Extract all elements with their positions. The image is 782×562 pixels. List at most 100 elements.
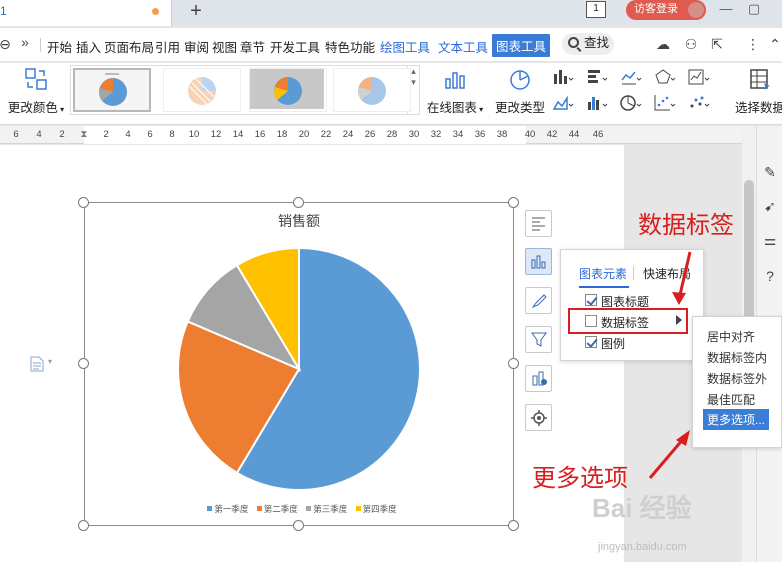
online-chart-icon — [443, 67, 467, 91]
ruler-tick: 6 — [147, 129, 153, 140]
menu-view[interactable]: 视图 — [212, 37, 237, 56]
menu-chart-tools[interactable]: 图表工具 — [492, 34, 551, 57]
menu-separator — [40, 38, 41, 52]
area-chart-icon[interactable] — [552, 94, 574, 112]
online-chart-side-button[interactable] — [525, 365, 552, 392]
resize-handle-left[interactable] — [78, 358, 89, 369]
menu-text-tools[interactable]: 文本工具 — [438, 37, 488, 56]
menu-insert[interactable]: 插入 — [76, 37, 101, 56]
histogram-chart-icon[interactable] — [586, 94, 608, 112]
unsaved-dot-icon — [152, 8, 159, 15]
pie-chart[interactable] — [85, 203, 515, 527]
chart-style-button[interactable] — [525, 287, 552, 314]
maximize-icon[interactable]: ▢ — [744, 0, 764, 20]
scatter-chart-icon[interactable] — [654, 94, 676, 112]
menu-developer[interactable]: 开发工具 — [270, 37, 320, 56]
more-options-icon[interactable]: ⋮ — [744, 36, 762, 54]
chart-elements-button[interactable] — [525, 248, 552, 275]
menu-start[interactable]: 开始 — [47, 37, 72, 56]
more-menu-icon[interactable]: » — [16, 34, 34, 52]
search-button[interactable]: 查找 — [562, 33, 614, 55]
combo-chart-icon[interactable] — [688, 94, 710, 112]
menu-special-features[interactable]: 特色功能 — [325, 37, 375, 56]
submenu-arrow-icon[interactable] — [676, 315, 682, 325]
ruler-indent-marker-icon[interactable]: ⧗ — [81, 129, 88, 140]
resize-handle-bottom-right[interactable] — [508, 520, 519, 531]
chart-filter-button[interactable] — [525, 326, 552, 353]
submenu-outside-end[interactable]: 数据标签外 — [707, 370, 767, 387]
submenu-inside-end[interactable]: 数据标签内 — [707, 349, 767, 366]
chart-title-checkbox[interactable] — [585, 294, 597, 306]
minimize-icon[interactable]: — — [716, 0, 736, 20]
menu-review[interactable]: 审阅 — [184, 37, 209, 56]
document-tab[interactable]: 1 — [0, 0, 172, 26]
paragraph-doc-icon[interactable] — [30, 356, 44, 372]
avatar-icon — [688, 2, 704, 18]
submenu-best-fit[interactable]: 最佳匹配 — [707, 391, 755, 408]
ruler-tick: 6 — [13, 129, 19, 140]
chart-style-1[interactable] — [73, 68, 151, 112]
login-label: 访客登录 — [634, 3, 678, 15]
bar-chart-icon[interactable] — [586, 68, 608, 86]
select-data-icon — [748, 67, 772, 91]
guest-login-button[interactable]: 访客登录 — [626, 0, 706, 20]
help-icon[interactable]: ? — [761, 268, 779, 286]
collapse-ribbon-icon[interactable]: ⌃ — [766, 36, 782, 54]
resize-handle-bottom-left[interactable] — [78, 520, 89, 531]
share-icon[interactable]: ⇱ — [708, 36, 726, 54]
line-chart-icon[interactable] — [620, 68, 642, 86]
collaborate-icon[interactable]: ⚇ — [682, 36, 700, 54]
horizontal-ruler[interactable]: 6 4 2 ⧗ 2 4 6 8 10 12 14 16 18 20 22 24 … — [0, 126, 756, 144]
resize-handle-right[interactable] — [508, 358, 519, 369]
tab-chart-elements[interactable]: 图表元素 — [579, 265, 627, 282]
ruler-tick: 18 — [276, 129, 288, 140]
submenu-more-options[interactable]: 更多选项... — [703, 409, 770, 430]
legend-checkbox[interactable] — [585, 336, 597, 348]
menu-page-layout[interactable]: 页面布局 — [104, 37, 154, 56]
resize-handle-bottom[interactable] — [293, 520, 304, 531]
doc-icon-dropdown-icon[interactable]: ▾ — [48, 357, 52, 366]
menu-drawing-tools[interactable]: 绘图工具 — [380, 37, 430, 56]
cursor-icon[interactable]: ➹ — [761, 198, 779, 216]
select-data-button[interactable]: 选择数据 — [730, 63, 782, 116]
pie-chart-icon[interactable] — [620, 94, 642, 112]
chart-style-2[interactable] — [163, 68, 241, 112]
pen-icon[interactable]: ✎ — [761, 164, 779, 182]
chart-style-3[interactable] — [249, 68, 327, 112]
new-tab-button[interactable]: + — [186, 0, 206, 24]
gear-icon — [531, 410, 547, 426]
tab-quick-layout[interactable]: 快速布局 — [643, 265, 691, 282]
stock-chart-icon[interactable] — [688, 68, 710, 86]
chart-settings-button[interactable] — [525, 404, 552, 431]
ruler-tick: 26 — [364, 129, 376, 140]
file-menu-icon[interactable]: ⊖ — [0, 36, 14, 54]
online-chart-side-icon — [532, 371, 547, 386]
ruler-tick: 12 — [210, 129, 222, 140]
radar-chart-icon[interactable] — [654, 68, 676, 86]
change-type-button[interactable]: 更改类型 — [494, 63, 546, 116]
resize-handle-top-right[interactable] — [508, 197, 519, 208]
settings-slider-icon[interactable]: ⚌ — [761, 232, 779, 250]
chart-object[interactable]: 销售额 第一季度 第二季度 第三季度 第四季度 — [84, 202, 514, 526]
change-color-button[interactable]: 更改颜色 ▾ — [6, 63, 66, 116]
page-indicator[interactable]: 1 — [586, 1, 606, 18]
chart-legend[interactable]: 第一季度 第二季度 第三季度 第四季度 — [85, 503, 513, 515]
menu-references[interactable]: 引用 — [155, 37, 180, 56]
online-chart-button[interactable]: 在线图表 ▾ — [424, 63, 486, 116]
submenu-center[interactable]: 居中对齐 — [707, 328, 755, 345]
layout-options-button[interactable] — [525, 210, 552, 237]
change-type-icon — [508, 67, 532, 91]
gallery-scroll-icon[interactable]: ▴ ▾ — [408, 65, 420, 115]
legend-option-label[interactable]: 图例 — [601, 335, 625, 352]
chart-elements-icon — [531, 255, 546, 269]
menu-chapter[interactable]: 章节 — [240, 37, 265, 56]
cloud-icon[interactable]: ☁ — [654, 36, 672, 54]
resize-handle-top-left[interactable] — [78, 197, 89, 208]
resize-handle-top[interactable] — [293, 197, 304, 208]
baidu-watermark-url: jingyan.baidu.com — [598, 541, 687, 553]
menu-bar: ⊖ » 开始 插入 页面布局 引用 审阅 视图 章节 开发工具 特色功能 绘图工… — [0, 28, 782, 62]
chart-style-4[interactable] — [333, 68, 411, 112]
ruler-tick: 8 — [169, 129, 175, 140]
column-chart-icon[interactable] — [552, 68, 574, 86]
ruler-tick: 20 — [298, 129, 310, 140]
